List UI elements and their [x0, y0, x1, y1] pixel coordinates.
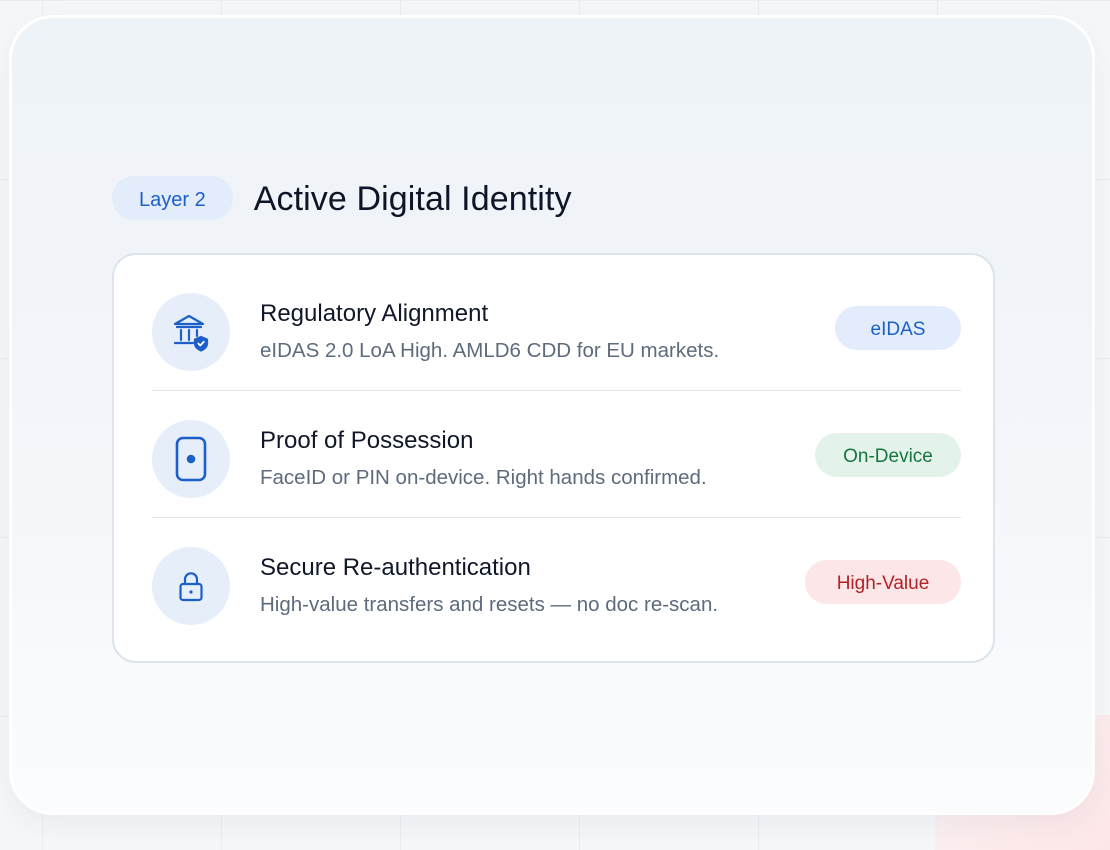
status-badge: eIDAS [835, 306, 961, 350]
status-badge: High-Value [805, 560, 961, 604]
section-title: Active Digital Identity [253, 179, 572, 218]
list-item-proof-of-possession: Proof of Possession FaceID or PIN on-dev… [152, 392, 961, 518]
item-description: eIDAS 2.0 LoA High. AMLD6 CDD for EU mar… [260, 339, 720, 362]
device-icon [152, 420, 230, 498]
feature-list: Regulatory Alignment eIDAS 2.0 LoA High.… [112, 253, 995, 663]
status-badge: On-Device [815, 433, 961, 477]
divider [152, 390, 961, 391]
item-description: High-value transfers and resets — no doc… [260, 593, 719, 616]
layer-badge: Layer 2 [112, 176, 233, 220]
divider [152, 517, 961, 518]
item-description: FaceID or PIN on-device. Right hands con… [260, 466, 707, 489]
list-item-secure-reauthentication: Secure Re-authentication High-value tran… [152, 519, 961, 645]
item-title: Secure Re-authentication [260, 554, 531, 581]
section-header: Layer 2 Active Digital Identity [112, 175, 572, 221]
lock-icon [152, 547, 230, 625]
item-title: Regulatory Alignment [260, 300, 489, 327]
bank-shield-icon [152, 293, 230, 371]
list-item-regulatory-alignment: Regulatory Alignment eIDAS 2.0 LoA High.… [152, 265, 961, 391]
item-title: Proof of Possession [260, 427, 474, 454]
